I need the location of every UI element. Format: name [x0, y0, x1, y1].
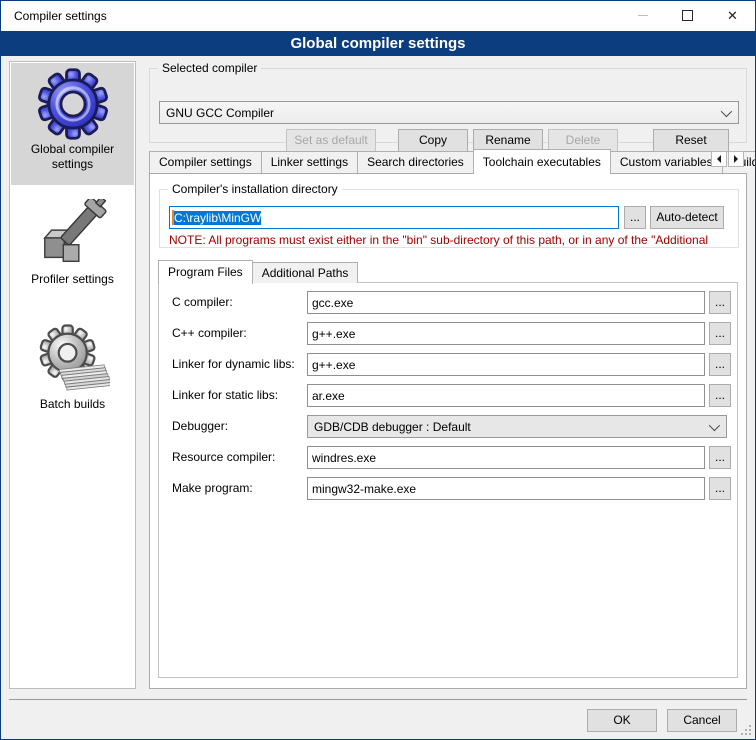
- settings-tabstrip: Compiler settings Linker settings Search…: [149, 148, 756, 173]
- installation-directory-input[interactable]: C:\raylib\MinGW: [169, 206, 619, 229]
- linker-dynamic-browse-button[interactable]: ...: [709, 353, 731, 376]
- form-row-debugger: Debugger: GDB/CDB debugger : Default: [159, 415, 737, 438]
- compiler-select-value: GNU GCC Compiler: [166, 106, 274, 120]
- caliper-icon: [36, 199, 110, 271]
- debugger-select[interactable]: GDB/CDB debugger : Default: [307, 415, 727, 438]
- linker-static-input[interactable]: [307, 384, 705, 407]
- tab-search-directories[interactable]: Search directories: [357, 151, 474, 173]
- form-row-c-compiler: C compiler: ...: [159, 291, 737, 314]
- installation-directory-note: NOTE: All programs must exist either in …: [169, 233, 736, 247]
- sidebar-item-label: Batch builds: [11, 396, 134, 416]
- c-compiler-input[interactable]: [307, 291, 705, 314]
- titlebar: Compiler settings ✕: [1, 1, 755, 31]
- field-label: C++ compiler:: [172, 326, 247, 340]
- footer-divider: [9, 699, 747, 700]
- close-icon: ✕: [727, 9, 738, 22]
- tab-custom-variables[interactable]: Custom variables: [610, 151, 723, 173]
- debugger-select-value: GDB/CDB debugger : Default: [314, 420, 471, 434]
- maximize-button[interactable]: [665, 1, 710, 30]
- form-row-linker-dynamic: Linker for dynamic libs: ...: [159, 353, 737, 376]
- tab-scroll-right-button[interactable]: [728, 151, 744, 167]
- minimize-icon: [638, 15, 648, 16]
- resize-grip[interactable]: [739, 723, 751, 735]
- compiler-select[interactable]: GNU GCC Compiler: [159, 101, 739, 124]
- maximize-icon: [682, 10, 693, 21]
- linker-dynamic-input[interactable]: [307, 353, 705, 376]
- resource-compiler-input[interactable]: [307, 446, 705, 469]
- sidebar-item-label: Global compiler settings: [11, 141, 134, 176]
- make-program-input[interactable]: [307, 477, 705, 500]
- window-title: Compiler settings: [14, 9, 107, 23]
- installation-directory-value: C:\raylib\MinGW: [174, 211, 261, 225]
- tab-scroll-left-button[interactable]: [711, 151, 727, 167]
- settings-sidebar: Global compiler settings Profiler settin…: [9, 61, 136, 689]
- chevron-down-icon: [721, 106, 732, 117]
- tab-toolchain-executables[interactable]: Toolchain executables: [473, 149, 611, 174]
- program-files-tabstrip: Program Files Additional Paths: [158, 259, 357, 283]
- field-label: Make program:: [172, 481, 253, 495]
- auto-detect-button[interactable]: Auto-detect: [650, 206, 724, 229]
- field-label: Linker for static libs:: [172, 388, 278, 402]
- tab-scroll-left-icon: [717, 155, 721, 163]
- field-label: Debugger:: [172, 419, 228, 433]
- close-button[interactable]: ✕: [710, 1, 755, 30]
- form-row-make-program: Make program: ...: [159, 477, 737, 500]
- tab-program-files[interactable]: Program Files: [158, 260, 253, 284]
- gear-icon: [36, 67, 110, 141]
- c-compiler-browse-button[interactable]: ...: [709, 291, 731, 314]
- cpp-compiler-input[interactable]: [307, 322, 705, 345]
- cpp-compiler-browse-button[interactable]: ...: [709, 322, 731, 345]
- field-label: C compiler:: [172, 295, 233, 309]
- chevron-down-icon: [709, 420, 720, 431]
- compiler-settings-dialog: Compiler settings ✕ Global compiler sett…: [0, 0, 756, 740]
- tab-compiler-settings[interactable]: Compiler settings: [149, 151, 262, 173]
- form-row-linker-static: Linker for static libs: ...: [159, 384, 737, 407]
- page-title: Global compiler settings: [1, 31, 755, 56]
- program-files-page: C compiler: ... C++ compiler: ... Linker…: [158, 282, 738, 678]
- selected-compiler-group-label: Selected compiler: [158, 61, 261, 75]
- field-label: Linker for dynamic libs:: [172, 357, 295, 371]
- sidebar-item-profiler-settings[interactable]: Profiler settings: [11, 195, 134, 295]
- form-row-cpp-compiler: C++ compiler: ...: [159, 322, 737, 345]
- installation-directory-browse-button[interactable]: ...: [624, 206, 646, 229]
- ok-button[interactable]: OK: [587, 709, 657, 732]
- tab-scroll-buttons: [711, 151, 744, 167]
- sidebar-item-global-compiler-settings[interactable]: Global compiler settings: [11, 63, 134, 185]
- sidebar-item-label: Profiler settings: [11, 271, 134, 291]
- field-label: Resource compiler:: [172, 450, 275, 464]
- tab-additional-paths[interactable]: Additional Paths: [252, 262, 359, 283]
- minimize-button[interactable]: [620, 1, 665, 30]
- cancel-button[interactable]: Cancel: [667, 709, 737, 732]
- tab-scroll-right-icon: [734, 155, 738, 163]
- toolchain-executables-page: Compiler's installation directory C:\ray…: [149, 173, 747, 689]
- resource-compiler-browse-button[interactable]: ...: [709, 446, 731, 469]
- make-program-browse-button[interactable]: ...: [709, 477, 731, 500]
- installation-directory-group-label: Compiler's installation directory: [168, 182, 342, 196]
- tab-linker-settings[interactable]: Linker settings: [261, 151, 358, 173]
- selected-compiler-group: Selected compiler GNU GCC Compiler Set a…: [149, 61, 747, 143]
- sidebar-item-batch-builds[interactable]: Batch builds: [11, 320, 134, 425]
- form-row-resource-compiler: Resource compiler: ...: [159, 446, 737, 469]
- linker-static-browse-button[interactable]: ...: [709, 384, 731, 407]
- batch-builds-icon: [36, 324, 110, 396]
